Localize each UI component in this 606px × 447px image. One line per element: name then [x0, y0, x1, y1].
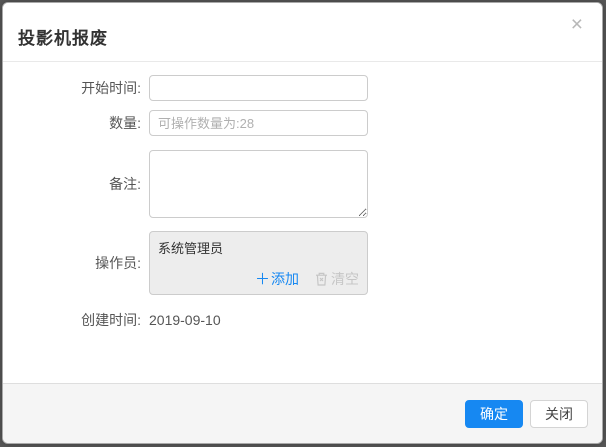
quantity-label: 数量: — [3, 113, 141, 133]
dialog-header: 投影机报废 × — [3, 3, 602, 62]
operator-value: 系统管理员 — [158, 238, 359, 257]
created-time-value: 2019-09-10 — [149, 312, 221, 328]
dialog-title: 投影机报废 — [18, 24, 108, 49]
dialog-footer: 确定 关闭 — [3, 383, 602, 443]
projector-scrap-dialog: 投影机报废 × 开始时间: 数量: 备注: 操作员: 系统管理员 ＋添加 — [2, 2, 603, 444]
start-time-row: 开始时间: — [3, 75, 602, 101]
created-time-label: 创建时间: — [3, 310, 141, 330]
confirm-button[interactable]: 确定 — [465, 400, 523, 428]
operator-actions: ＋添加 清空 — [158, 269, 359, 289]
operator-box: 系统管理员 ＋添加 清空 — [149, 231, 368, 295]
add-operator-link[interactable]: ＋添加 — [255, 269, 299, 289]
operator-row: 操作员: 系统管理员 ＋添加 清空 — [3, 231, 602, 295]
quantity-row: 数量: — [3, 110, 602, 136]
quantity-input[interactable] — [149, 110, 368, 136]
trash-icon — [315, 272, 328, 286]
clear-operator-label: 清空 — [331, 269, 359, 289]
remark-row: 备注: — [3, 150, 602, 218]
start-time-input[interactable] — [149, 75, 368, 101]
start-time-label: 开始时间: — [3, 78, 141, 98]
created-time-row: 创建时间: 2019-09-10 — [3, 310, 602, 330]
dialog-body: 开始时间: 数量: 备注: 操作员: 系统管理员 ＋添加 — [3, 62, 602, 383]
plus-icon: ＋ — [255, 272, 270, 287]
remark-textarea[interactable] — [149, 150, 368, 218]
operator-label: 操作员: — [3, 253, 141, 273]
add-operator-label: 添加 — [271, 269, 299, 289]
close-button[interactable]: 关闭 — [530, 400, 588, 428]
clear-operator-link[interactable]: 清空 — [315, 269, 359, 289]
remark-label: 备注: — [3, 174, 141, 194]
close-icon[interactable]: × — [571, 14, 583, 35]
